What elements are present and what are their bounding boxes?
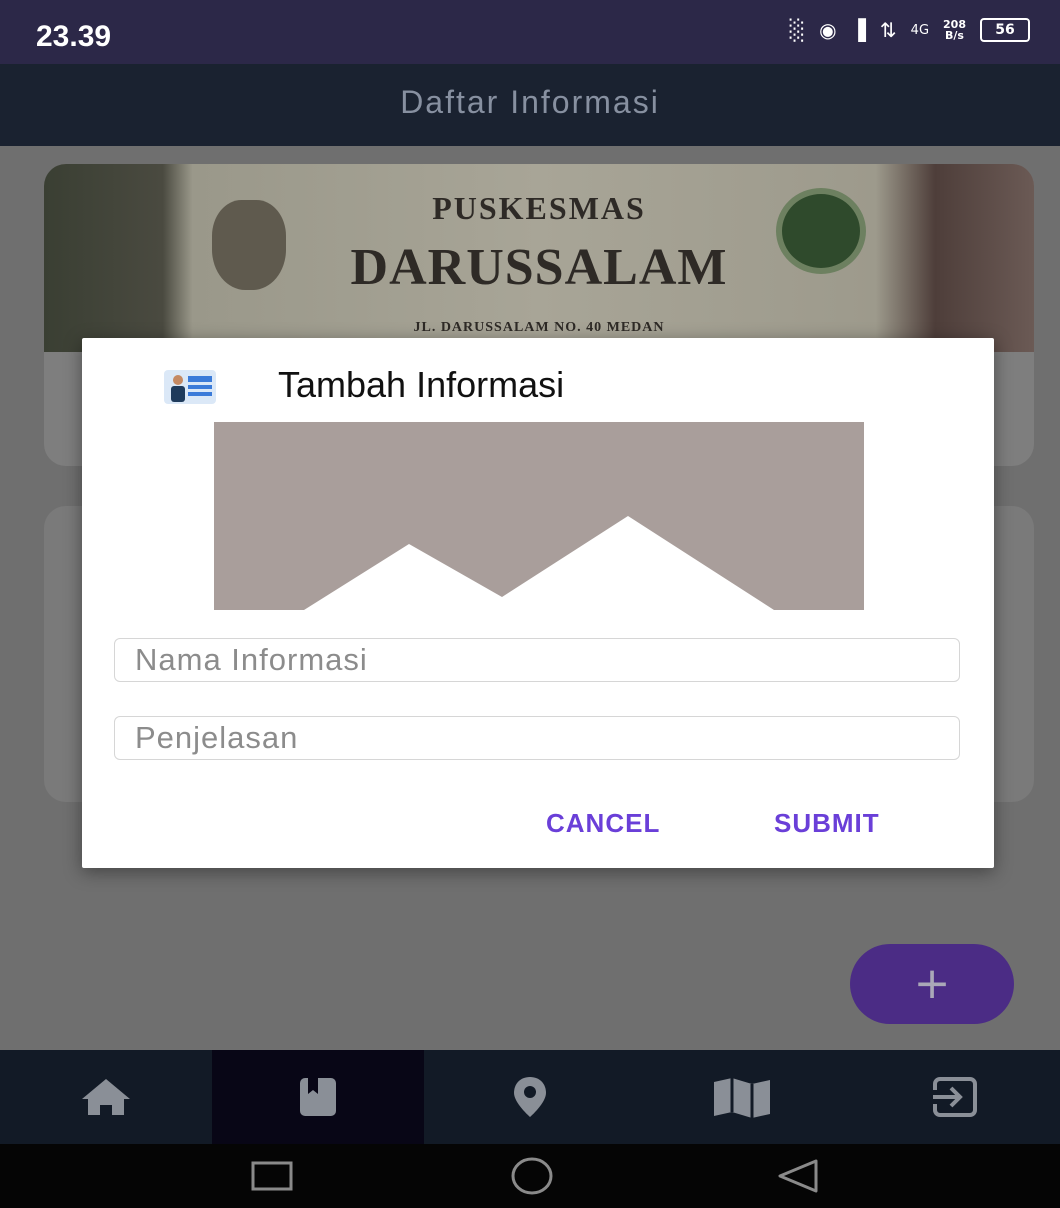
page-title: Daftar Informasi	[400, 84, 660, 120]
sign-text-line1: PUSKESMAS	[432, 190, 646, 226]
add-information-button[interactable]: +	[850, 944, 1014, 1024]
back-button[interactable]	[776, 1158, 820, 1199]
nav-item-map[interactable]	[636, 1050, 848, 1144]
logout-icon	[931, 1077, 977, 1117]
nav-item-information[interactable]	[212, 1050, 424, 1144]
status-bar: 23.39 ░ ◉ ▐ ⇅ 4G 208 B/s 56	[0, 0, 1060, 64]
data-arrows-icon: ⇅	[879, 18, 897, 42]
image-picker[interactable]	[214, 422, 864, 610]
app-bar: Daftar Informasi	[0, 64, 1060, 146]
sign-text-line2: DARUSSALAM	[350, 239, 728, 296]
home-circle-icon	[511, 1157, 553, 1195]
dialog-title: Tambah Informasi	[278, 364, 565, 405]
information-name-input[interactable]	[114, 638, 960, 682]
recents-icon	[251, 1161, 293, 1191]
home-button[interactable]	[510, 1156, 554, 1201]
status-time: 23.39	[36, 20, 112, 53]
battery-icon: 56	[980, 18, 1030, 42]
description-input[interactable]	[114, 716, 960, 760]
information-board-icon	[164, 370, 216, 404]
network-type: 4G	[910, 22, 930, 38]
card-photo: PUSKESMAS DARUSSALAM JL. DARUSSALAM NO. …	[44, 164, 1034, 352]
nav-item-logout[interactable]	[848, 1050, 1060, 1144]
bookmark-icon	[300, 1078, 336, 1116]
nav-item-home[interactable]	[0, 1050, 212, 1144]
nav-item-location[interactable]	[424, 1050, 636, 1144]
image-placeholder-icon	[304, 516, 774, 610]
add-information-dialog: Tambah Informasi CANCEL SUBMIT	[82, 338, 994, 868]
system-navigation-bar	[0, 1144, 1060, 1208]
map-icon	[714, 1078, 770, 1118]
network-speed: 208 B/s	[943, 18, 966, 42]
home-icon	[82, 1079, 130, 1115]
back-icon	[778, 1159, 818, 1193]
submit-button[interactable]: SUBMIT	[774, 808, 880, 839]
hotspot-icon: ◉	[819, 18, 837, 42]
recents-button[interactable]	[250, 1160, 294, 1197]
signal-icon: ▐	[850, 18, 866, 42]
plus-icon: +	[913, 958, 951, 1009]
vibrate-icon: ░	[789, 18, 806, 42]
cancel-button[interactable]: CANCEL	[546, 808, 660, 839]
location-pin-icon	[514, 1077, 546, 1117]
bottom-navigation	[0, 1050, 1060, 1144]
status-icons: ░ ◉ ▐ ⇅ 4G 208 B/s 56	[790, 18, 1030, 42]
sign-text-line3: JL. DARUSSALAM NO. 40 MEDAN	[413, 320, 665, 335]
